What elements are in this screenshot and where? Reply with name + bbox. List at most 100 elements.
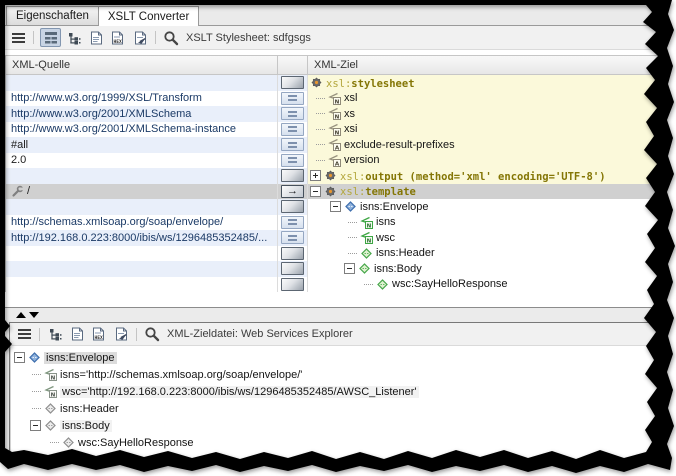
- map-slot-button[interactable]: [281, 169, 304, 182]
- map-slot-button[interactable]: [281, 76, 304, 89]
- source-value[interactable]: #all: [11, 139, 28, 151]
- tree-row[interactable]: N isns='http://schemas.xmlsoap.org/soap/…: [10, 366, 657, 383]
- tree-item-label[interactable]: wsc:SayHelloResponse: [392, 278, 508, 290]
- grid-view-toggle[interactable]: [40, 28, 61, 47]
- tree-row[interactable]: isns:Envelope: [10, 349, 657, 366]
- source-value[interactable]: http://www.w3.org/2001/XMLSchema: [11, 108, 191, 120]
- tree-item-label[interactable]: exclude-result-prefixes: [344, 139, 455, 151]
- tree-item-label[interactable]: xsi: [344, 123, 357, 135]
- element-icon-green: [358, 262, 371, 275]
- svg-text:HEX: HEX: [95, 335, 104, 341]
- tree-item-label[interactable]: wsc='http://192.168.0.223:8000/ibis/ws/1…: [60, 386, 419, 398]
- tree-item-label[interactable]: isns:Envelope: [360, 201, 429, 213]
- map-slot-button[interactable]: [281, 247, 304, 260]
- tree-item-label[interactable]: xsl:stylesheet: [326, 75, 415, 91]
- collapse-icon[interactable]: [14, 352, 25, 363]
- map-equals-button[interactable]: [281, 123, 304, 136]
- mapping-table: XML-Quelle XML-Ziel xsl:stylesheet http:…: [4, 50, 666, 308]
- search-icon[interactable]: [162, 29, 180, 47]
- source-value[interactable]: /: [27, 185, 30, 197]
- map-slot-button[interactable]: [281, 278, 304, 291]
- table-row[interactable]: xsl:stylesheet: [6, 75, 666, 91]
- map-equals-button[interactable]: [281, 92, 304, 105]
- table-row[interactable]: #all A exclude-result-prefixes: [6, 137, 666, 153]
- table-row[interactable]: http://192.168.0.223:8000/ibis/ws/129648…: [6, 230, 666, 246]
- tree-item-label[interactable]: xsl:output (method='xml' encoding='UTF-8…: [340, 168, 606, 184]
- tree-view-icon[interactable]: [65, 29, 83, 47]
- map-equals-button[interactable]: [281, 231, 304, 244]
- namespace-icon: N: [328, 92, 341, 105]
- collapse-icon[interactable]: [310, 186, 321, 197]
- table-row[interactable]: xsl:output (method='xml' encoding='UTF-8…: [6, 168, 666, 184]
- tree-item-label[interactable]: isns:Body: [374, 263, 422, 275]
- map-equals-button[interactable]: [281, 154, 304, 167]
- table-row[interactable]: http://www.w3.org/1999/XSL/Transform N x…: [6, 91, 666, 107]
- collapse-icon[interactable]: [30, 420, 41, 431]
- tree-item-label[interactable]: wsc: [376, 232, 395, 244]
- tree-item-label[interactable]: wsc:SayHelloResponse: [78, 437, 194, 449]
- view-menu-icon[interactable]: [15, 325, 33, 343]
- table-row[interactable]: 2.0 A version: [6, 153, 666, 169]
- search-icon[interactable]: [143, 325, 161, 343]
- tree-item-label[interactable]: isns:Header: [376, 247, 435, 259]
- svg-text:A: A: [335, 146, 340, 152]
- table-row[interactable]: http://www.w3.org/2001/XMLSchema-instanc…: [6, 122, 666, 138]
- map-equals-button[interactable]: [281, 216, 304, 229]
- target-column-header[interactable]: XML-Ziel: [308, 55, 666, 75]
- table-row[interactable]: wsc:SayHelloResponse: [6, 277, 666, 293]
- source-column-header[interactable]: XML-Quelle: [6, 55, 278, 75]
- tab-eigenschaften[interactable]: Eigenschaften: [6, 6, 99, 25]
- tree-row[interactable]: N wsc='http://192.168.0.223:8000/ibis/ws…: [10, 383, 657, 400]
- source-value[interactable]: http://schemas.xmlsoap.org/soap/envelope…: [11, 216, 223, 228]
- table-header-row: XML-Quelle XML-Ziel: [6, 55, 666, 75]
- table-row[interactable]: http://schemas.xmlsoap.org/soap/envelope…: [6, 215, 666, 231]
- tree-view-icon[interactable]: [46, 325, 64, 343]
- document-import-icon[interactable]: [112, 325, 130, 343]
- tree-item-label[interactable]: isns: [376, 216, 396, 228]
- document-hex-icon[interactable]: HEX: [90, 325, 108, 343]
- collapse-icon[interactable]: [330, 201, 341, 212]
- map-equals-button[interactable]: [281, 107, 304, 120]
- element-icon-gray: [62, 436, 75, 449]
- tree-item-label[interactable]: xsl: [344, 92, 357, 104]
- expand-icon[interactable]: [310, 170, 321, 181]
- tree-item-label[interactable]: version: [344, 154, 379, 166]
- view-menu-icon[interactable]: [9, 29, 27, 47]
- map-slot-button[interactable]: [281, 262, 304, 275]
- sash-collapse-down-icon[interactable]: [29, 312, 39, 318]
- tree-item-label[interactable]: xs: [344, 108, 355, 120]
- table-row[interactable]: isns:Body: [6, 261, 666, 277]
- tree-item-label[interactable]: isns='http://schemas.xmlsoap.org/soap/en…: [60, 369, 302, 381]
- tree-item-label[interactable]: isns:Envelope: [44, 352, 117, 364]
- source-value[interactable]: 2.0: [11, 154, 26, 166]
- sash-collapse-up-icon[interactable]: [16, 312, 26, 318]
- source-value[interactable]: http://www.w3.org/2001/XMLSchema-instanc…: [11, 123, 236, 135]
- document-icon[interactable]: [87, 29, 105, 47]
- document-hex-icon[interactable]: HEX: [109, 29, 127, 47]
- toolbar-separator: [136, 328, 137, 341]
- svg-text:N: N: [335, 115, 340, 121]
- tree-row[interactable]: isns:Header: [10, 400, 657, 417]
- document-icon[interactable]: [68, 325, 86, 343]
- svg-text:N: N: [335, 130, 340, 136]
- tree-item-label[interactable]: isns:Body: [60, 420, 112, 432]
- document-import-icon[interactable]: [131, 29, 149, 47]
- map-arrow-button[interactable]: →: [281, 185, 304, 198]
- source-value[interactable]: http://192.168.0.223:8000/ibis/ws/129648…: [11, 232, 267, 244]
- tree-row[interactable]: wsc:SayHelloResponse: [10, 434, 657, 451]
- toolbar-separator: [33, 31, 34, 44]
- screenshot: Eigenschaften XSLT Converter HEX XSLT St…: [0, 0, 676, 476]
- table-row[interactable]: isns:Header: [6, 246, 666, 262]
- collapse-icon[interactable]: [344, 263, 355, 274]
- source-value[interactable]: http://www.w3.org/1999/XSL/Transform: [11, 92, 202, 104]
- tree-row[interactable]: isns:Body: [10, 417, 657, 434]
- splitter-sash[interactable]: [4, 308, 666, 322]
- table-row[interactable]: isns:Envelope: [6, 199, 666, 215]
- table-row-selected[interactable]: / → xsl:template: [6, 184, 666, 200]
- map-slot-button[interactable]: [281, 200, 304, 213]
- table-row[interactable]: http://www.w3.org/2001/XMLSchema N xs: [6, 106, 666, 122]
- tab-xslt-converter[interactable]: XSLT Converter: [98, 6, 199, 26]
- tree-item-label[interactable]: isns:Header: [60, 403, 119, 415]
- tree-item-label[interactable]: xsl:template: [340, 184, 416, 200]
- map-equals-button[interactable]: [281, 138, 304, 151]
